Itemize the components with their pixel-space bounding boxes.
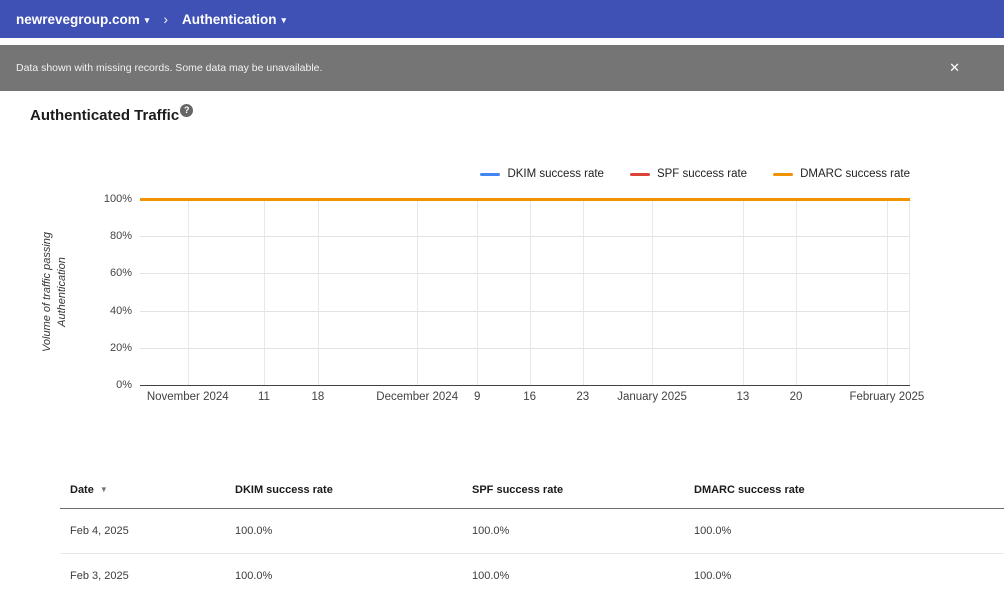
table-header-row: Date ▼ DKIM success rate SPF success rate DM…: [60, 471, 1004, 509]
table-cell: Feb 3, 2025: [70, 570, 235, 582]
legend-item[interactable]: DMARC success rate: [773, 168, 910, 180]
table-cell: Feb 4, 2025: [70, 525, 235, 537]
chevron-down-icon: ▾: [281, 13, 286, 26]
v-gridline: [583, 199, 584, 385]
table-cell: 100.0%: [694, 570, 1004, 582]
x-axis-line: [140, 385, 910, 386]
h-gridline: [140, 348, 910, 349]
y-axis-title-line2: Authentication: [55, 232, 70, 352]
topbar: newrevegroup.com ▾ › Authentication ▾: [0, 0, 1004, 38]
x-tick-label: 9: [474, 391, 480, 403]
legend-swatch: [480, 173, 500, 176]
table-cell: 100.0%: [235, 570, 472, 582]
chart-plot: [140, 199, 910, 385]
table-body: Feb 4, 2025100.0%100.0%100.0%Feb 3, 2025…: [60, 509, 1004, 592]
h-gridline: [140, 236, 910, 237]
x-tick-label: 13: [737, 391, 750, 403]
table-cell: 100.0%: [472, 570, 694, 582]
plot-right-border: [909, 199, 910, 385]
y-tick-label: 80%: [90, 230, 132, 242]
y-tick-label: 60%: [90, 267, 132, 279]
v-gridline: [796, 199, 797, 385]
x-tick-label: 23: [576, 391, 589, 403]
table-row: Feb 4, 2025100.0%100.0%100.0%: [60, 509, 1004, 554]
x-axis-labels: November 2024 11 18 December 2024 9 16 23 Janua…: [140, 391, 910, 407]
v-gridline: [887, 199, 888, 385]
data-table: Date ▼ DKIM success rate SPF success rate DM…: [60, 471, 1004, 592]
domain-selector[interactable]: newrevegroup.com ▾: [16, 12, 149, 27]
legend-item[interactable]: DKIM success rate: [480, 168, 604, 180]
table-cell: 100.0%: [235, 525, 472, 537]
x-tick-label: 18: [311, 391, 324, 403]
y-tick-label: 100%: [90, 193, 132, 205]
column-header[interactable]: Date ▼: [70, 484, 235, 496]
x-tick-label: 20: [790, 391, 803, 403]
section-label: Authentication: [182, 12, 277, 27]
legend-swatch: [773, 173, 793, 176]
v-gridline: [530, 199, 531, 385]
banner-message: Data shown with missing records. Some da…: [16, 62, 322, 74]
column-header-label: Date: [70, 484, 94, 496]
page-title: Authenticated Traffic: [30, 107, 179, 124]
column-header[interactable]: DKIM success rate: [235, 484, 472, 496]
y-tick-label: 0%: [90, 379, 132, 391]
chevron-down-icon: ▾: [145, 13, 150, 26]
sort-desc-icon: ▼: [100, 485, 108, 494]
column-header-label: SPF success rate: [472, 484, 563, 496]
x-tick-label: December 2024: [376, 391, 458, 403]
v-gridline: [188, 199, 189, 385]
legend-label: SPF success rate: [657, 168, 747, 180]
x-tick-label: 16: [523, 391, 536, 403]
y-axis-title: Volume of traffic passing Authentication: [40, 232, 70, 352]
x-tick-label: November 2024: [147, 391, 229, 403]
x-tick-label: February 2025: [849, 391, 924, 403]
table-cell: 100.0%: [472, 525, 694, 537]
h-gridline: [140, 273, 910, 274]
x-tick-label: 11: [258, 391, 270, 403]
v-gridline: [477, 199, 478, 385]
table-cell: 100.0%: [694, 525, 1004, 537]
column-header-label: DMARC success rate: [694, 484, 805, 496]
main-content: Authenticated Traffic? DKIM success rate…: [0, 91, 1004, 592]
legend-swatch: [630, 173, 650, 176]
x-tick-label: January 2025: [617, 391, 687, 403]
section-selector[interactable]: Authentication ▾: [182, 12, 286, 27]
v-gridline: [264, 199, 265, 385]
legend-label: DMARC success rate: [800, 168, 910, 180]
v-gridline: [743, 199, 744, 385]
warning-banner: Data shown with missing records. Some da…: [0, 45, 1004, 91]
title-row: Authenticated Traffic?: [30, 107, 193, 125]
help-icon[interactable]: ?: [180, 104, 193, 117]
chart-legend: DKIM success rate SPF success rate DMARC s…: [480, 168, 910, 180]
column-header-label: DKIM success rate: [235, 484, 333, 496]
domain-label: newrevegroup.com: [16, 12, 140, 27]
legend-label: DKIM success rate: [507, 168, 604, 180]
column-header[interactable]: DMARC success rate: [694, 484, 1004, 496]
close-icon[interactable]: ✕: [949, 60, 960, 76]
table-row: Feb 3, 2025100.0%100.0%100.0%: [60, 554, 1004, 592]
y-axis-title-line1: Volume of traffic passing: [40, 232, 55, 352]
y-axis-labels: 100%80%60%40%20%0%: [90, 199, 132, 385]
series-line-dmarc: [140, 198, 910, 201]
v-gridline: [318, 199, 319, 385]
v-gridline: [417, 199, 418, 385]
y-tick-label: 20%: [90, 342, 132, 354]
h-gridline: [140, 311, 910, 312]
legend-item[interactable]: SPF success rate: [630, 168, 747, 180]
v-gridline: [652, 199, 653, 385]
column-header[interactable]: SPF success rate: [472, 484, 694, 496]
breadcrumb-separator-icon: ›: [163, 11, 168, 27]
y-tick-label: 40%: [90, 305, 132, 317]
